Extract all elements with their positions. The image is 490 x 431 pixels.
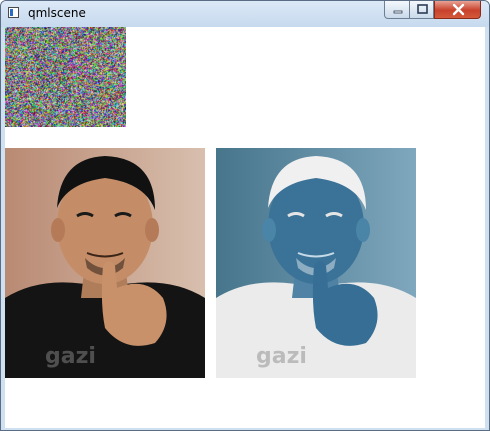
watermark-text: gazi <box>45 344 96 369</box>
close-icon <box>435 1 482 19</box>
qmlscene-window: qmlscene gazi gazi <box>0 0 490 431</box>
inverted-portrait-photo: gazi <box>216 148 416 378</box>
scene-canvas: gazi gazi <box>5 27 485 428</box>
watermark-text: gazi <box>256 344 307 369</box>
minimize-button[interactable] <box>384 1 410 19</box>
close-button[interactable] <box>434 1 481 19</box>
maximize-icon <box>410 1 435 19</box>
window-title: qmlscene <box>28 6 86 20</box>
original-portrait-photo: gazi <box>5 148 205 378</box>
title-bar[interactable]: qmlscene <box>1 1 489 27</box>
maximize-button[interactable] <box>409 1 434 19</box>
qt-window-icon[interactable] <box>8 7 19 18</box>
random-color-noise-image <box>5 27 126 127</box>
minimize-icon <box>385 1 411 19</box>
